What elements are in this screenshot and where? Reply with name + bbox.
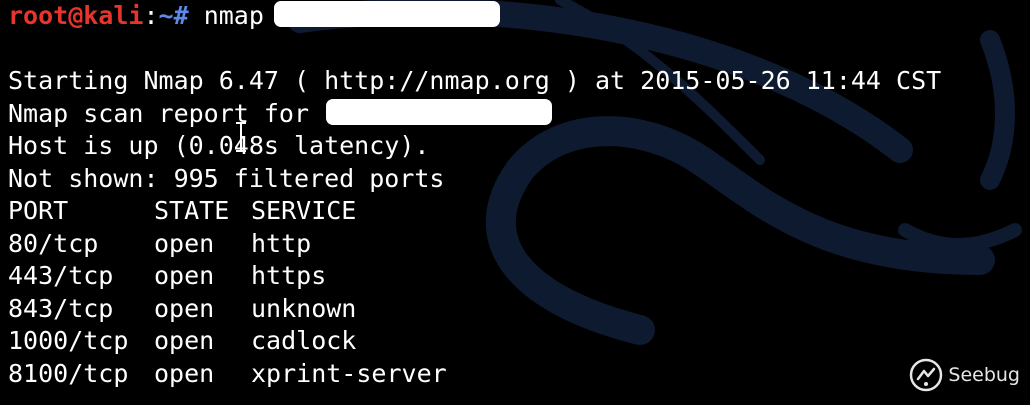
seebug-logo-icon — [910, 358, 943, 392]
table-row: 1000/tcp open cadlock — [8, 325, 941, 358]
table-row: 80/tcp open http — [8, 228, 941, 261]
table-row: 843/tcp open unknown — [8, 293, 941, 326]
not-shown-line: Not shown: 995 filtered ports — [8, 163, 445, 193]
port-cell: 1000/tcp — [8, 326, 129, 355]
state-cell: open — [154, 228, 215, 258]
state-cell: open — [154, 358, 215, 388]
header-service: SERVICE — [251, 196, 357, 225]
state-cell: open — [154, 326, 215, 355]
redacted-target-box — [273, 1, 500, 27]
table-row: 8100/tcp open xprint-server — [8, 358, 941, 391]
seebug-watermark: Seebug — [908, 357, 1020, 393]
prompt-line: root@kali:~# nmap — [8, 0, 941, 33]
state-cell: open — [154, 293, 215, 323]
port-cell: 8100/tcp — [8, 358, 129, 388]
prompt-user: root@kali — [8, 1, 144, 30]
service-cell: cadlock — [251, 326, 357, 355]
seebug-label: Seebug — [948, 364, 1020, 386]
prompt-separator: : — [143, 1, 159, 30]
host-up-line: Host is up (0.048s latency). — [8, 131, 430, 160]
table-header: PORT STATE SERVICE — [8, 195, 941, 228]
command-text: nmap — [203, 1, 264, 30]
scan-report-label: Nmap scan report for — [8, 98, 310, 128]
service-cell: https — [251, 261, 327, 290]
terminal-window[interactable]: root@kali:~# nmap Starting Nmap 6.47 ( h… — [0, 0, 1030, 405]
port-cell: 843/tcp — [8, 293, 114, 323]
service-cell: http — [251, 228, 312, 258]
port-cell: 80/tcp — [8, 228, 99, 258]
service-cell: unknown — [251, 293, 357, 323]
starting-line: Starting Nmap 6.47 ( http://nmap.org ) a… — [8, 66, 942, 95]
text-cursor-icon — [236, 122, 246, 152]
scan-report-line: Nmap scan report for — [8, 98, 941, 131]
redacted-host-box — [326, 98, 553, 125]
port-cell: 443/tcp — [8, 261, 114, 290]
table-row: 443/tcp open https — [8, 260, 941, 293]
header-port: PORT — [8, 196, 69, 225]
state-cell: open — [154, 261, 215, 290]
header-state: STATE — [154, 196, 230, 225]
terminal-output: root@kali:~# nmap Starting Nmap 6.47 ( h… — [8, 0, 941, 390]
service-cell: xprint-server — [251, 358, 447, 388]
prompt-path: ~# — [158, 1, 189, 30]
